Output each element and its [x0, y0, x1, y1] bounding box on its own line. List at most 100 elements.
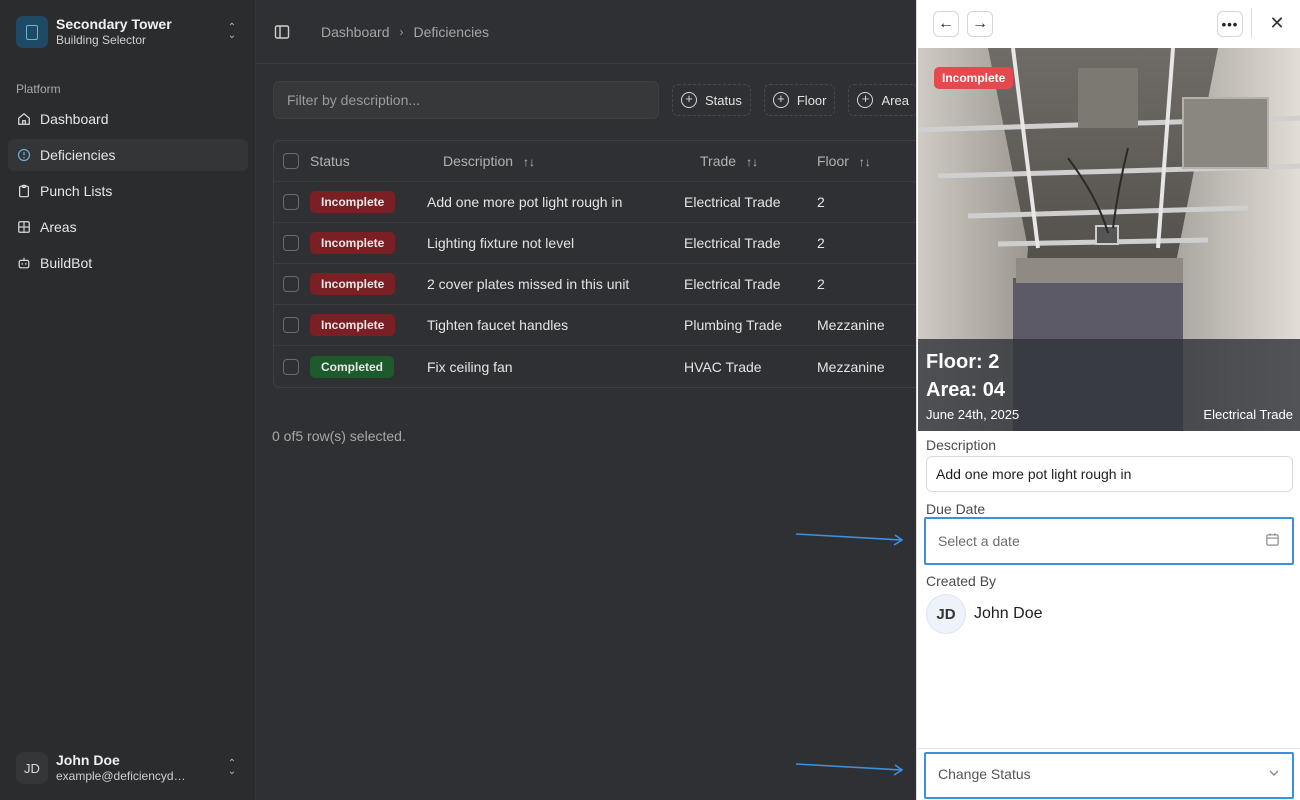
- floor-filter-button[interactable]: + Floor: [763, 84, 836, 116]
- table-row[interactable]: Completed Fix ceiling fan HVAC Trade Mezzan…: [274, 346, 952, 387]
- arrow-right-icon: →: [972, 15, 988, 32]
- sort-icon: ↑↓: [746, 155, 759, 169]
- chevrons-up-down-icon: ⌃ ⌄: [227, 22, 237, 41]
- user-menu[interactable]: JD John Doe example@deficiencydetect....…: [8, 744, 248, 792]
- alert-circle-icon: [16, 147, 32, 163]
- breadcrumb: Dashboard › Deficiencies: [321, 24, 489, 40]
- status-badge: Completed: [310, 355, 395, 378]
- sort-icon: ↑↓: [858, 155, 871, 169]
- filter-input[interactable]: Filter by description...: [273, 81, 659, 119]
- deficiencies-table: Status Description ↑↓ Trade ↑↓ Floor ↑↓ Inc…: [273, 140, 953, 388]
- sidebar-item-dashboard[interactable]: Dashboard: [8, 103, 248, 135]
- description-label: Description: [926, 437, 997, 453]
- arrow-left-icon: ←: [938, 15, 954, 32]
- calendar-icon: [1265, 532, 1280, 550]
- table-row[interactable]: Incomplete Add one more pot light rough i…: [274, 182, 952, 223]
- sort-icon: ↑↓: [523, 155, 536, 169]
- status-badge: Incomplete: [310, 191, 396, 213]
- sidebar-toggle-icon[interactable]: [272, 22, 292, 42]
- sidebar-item-punch-lists[interactable]: Punch Lists: [8, 175, 248, 207]
- due-date-picker[interactable]: Select a date: [926, 519, 1292, 563]
- header-label: Description: [443, 153, 514, 169]
- annotation-arrow-status: [795, 763, 904, 776]
- user-email: example@deficiencydetect....: [56, 769, 186, 783]
- breadcrumb-dashboard[interactable]: Dashboard: [321, 24, 390, 40]
- next-button[interactable]: →: [967, 11, 993, 37]
- table-toolbar: Filter by description... + Status + Floo…: [273, 81, 973, 119]
- user-name: John Doe: [56, 752, 120, 768]
- cell-trade: Electrical Trade: [684, 194, 781, 210]
- clipboard-icon: [16, 183, 32, 199]
- cell-description: Lighting fixture not level: [427, 235, 575, 251]
- filter-label: Area: [881, 92, 909, 108]
- sidebar-item-label: BuildBot: [40, 255, 93, 271]
- building-title: Secondary Tower: [56, 16, 172, 32]
- filter-label: Floor: [796, 92, 827, 108]
- panel-header: ← → ••• ✕: [917, 0, 1300, 48]
- due-date-placeholder: Select a date: [938, 533, 1020, 549]
- annotation-arrow-due-date: [795, 533, 904, 546]
- sidebar-nav: Dashboard Deficiencies Punch Lists Areas: [8, 103, 248, 283]
- status-select-value: Change Status: [938, 766, 1031, 782]
- cell-description: Tighten faucet handles: [427, 317, 569, 333]
- plus-circle-icon: +: [857, 92, 874, 108]
- sidebar-item-label: Punch Lists: [40, 183, 113, 199]
- table-header: Status Description ↑↓ Trade ↑↓ Floor ↑↓: [274, 141, 952, 182]
- row-checkbox[interactable]: [283, 358, 299, 375]
- area-filter-button[interactable]: + Area: [848, 84, 918, 116]
- status-badge: Incomplete: [310, 314, 396, 336]
- cell-trade: HVAC Trade: [684, 358, 762, 375]
- row-checkbox[interactable]: [283, 194, 299, 210]
- building-selector[interactable]: Secondary Tower Building Selector ⌃ ⌄: [8, 8, 248, 56]
- table-row[interactable]: Incomplete 2 cover plates missed in this …: [274, 264, 952, 305]
- chevrons-up-down-icon: ⌃ ⌄: [227, 758, 237, 777]
- creator-name: John Doe: [974, 605, 1043, 622]
- breadcrumb-current: Deficiencies: [413, 23, 489, 40]
- row-checkbox[interactable]: [283, 276, 299, 292]
- cell-trade: Electrical Trade: [684, 276, 781, 292]
- row-checkbox[interactable]: [283, 235, 299, 251]
- building-subtitle: Building Selector: [56, 33, 147, 47]
- home-icon: [16, 111, 32, 127]
- sidebar-item-label: Deficiencies: [40, 147, 116, 163]
- sidebar-item-deficiencies[interactable]: Deficiencies: [8, 139, 248, 171]
- status-filter-button[interactable]: + Status: [672, 84, 751, 116]
- close-icon[interactable]: ✕: [1267, 12, 1287, 34]
- header-status: Status: [310, 153, 350, 169]
- header-description[interactable]: Description ↑↓: [427, 153, 684, 169]
- sidebar-item-label: Areas: [40, 219, 77, 235]
- previous-button[interactable]: ←: [933, 11, 959, 37]
- cell-trade: Plumbing Trade: [684, 317, 783, 333]
- photo-info-overlay: Floor: 2 Area: 04 June 24th, 2025 Electr…: [918, 339, 1300, 431]
- sidebar-item-buildbot[interactable]: BuildBot: [8, 247, 248, 279]
- plus-circle-icon: +: [772, 92, 789, 108]
- table-row[interactable]: Incomplete Tighten faucet handles Plumbing…: [274, 305, 952, 346]
- deficiency-photo: Incomplete Floor: 2 Area: 04 June 24th, …: [918, 48, 1300, 431]
- more-button[interactable]: •••: [1217, 11, 1243, 37]
- status-badge: Incomplete: [310, 232, 396, 254]
- avatar: JD: [926, 594, 966, 634]
- sidebar-item-areas[interactable]: Areas: [8, 211, 248, 243]
- header-label: Floor: [817, 153, 849, 169]
- divider: [1251, 8, 1252, 38]
- table-row[interactable]: Incomplete Lighting fixture not level Elec…: [274, 223, 952, 264]
- sidebar: Secondary Tower Building Selector ⌃ ⌄ Pla…: [0, 0, 256, 800]
- deficiency-detail-panel: ← → ••• ✕ Incomplete Floor: 2 Area: 04 J…: [916, 0, 1300, 800]
- app: Secondary Tower Building Selector ⌃ ⌄ Pla…: [0, 0, 1300, 800]
- cell-description: Fix ceiling fan: [427, 358, 513, 375]
- due-date-label: Due Date: [926, 501, 986, 517]
- header-label: Trade: [700, 153, 737, 169]
- building-icon: [16, 16, 48, 48]
- cell-trade: Electrical Trade: [684, 235, 781, 251]
- description-field[interactable]: Add one more pot light rough in: [926, 456, 1293, 492]
- select-all-checkbox[interactable]: [283, 153, 299, 169]
- header-trade[interactable]: Trade ↑↓: [684, 153, 817, 169]
- floor-label: Floor: 2: [926, 351, 1000, 373]
- cell-description: 2 cover plates missed in this unit: [427, 276, 630, 292]
- chevron-right-icon: ›: [399, 24, 404, 39]
- filter-label: Status: [705, 92, 742, 108]
- area-label: Area: 04: [926, 379, 1005, 401]
- row-checkbox[interactable]: [283, 317, 299, 333]
- layout-grid-icon: [16, 219, 32, 235]
- change-status-select[interactable]: Change Status: [926, 754, 1292, 794]
